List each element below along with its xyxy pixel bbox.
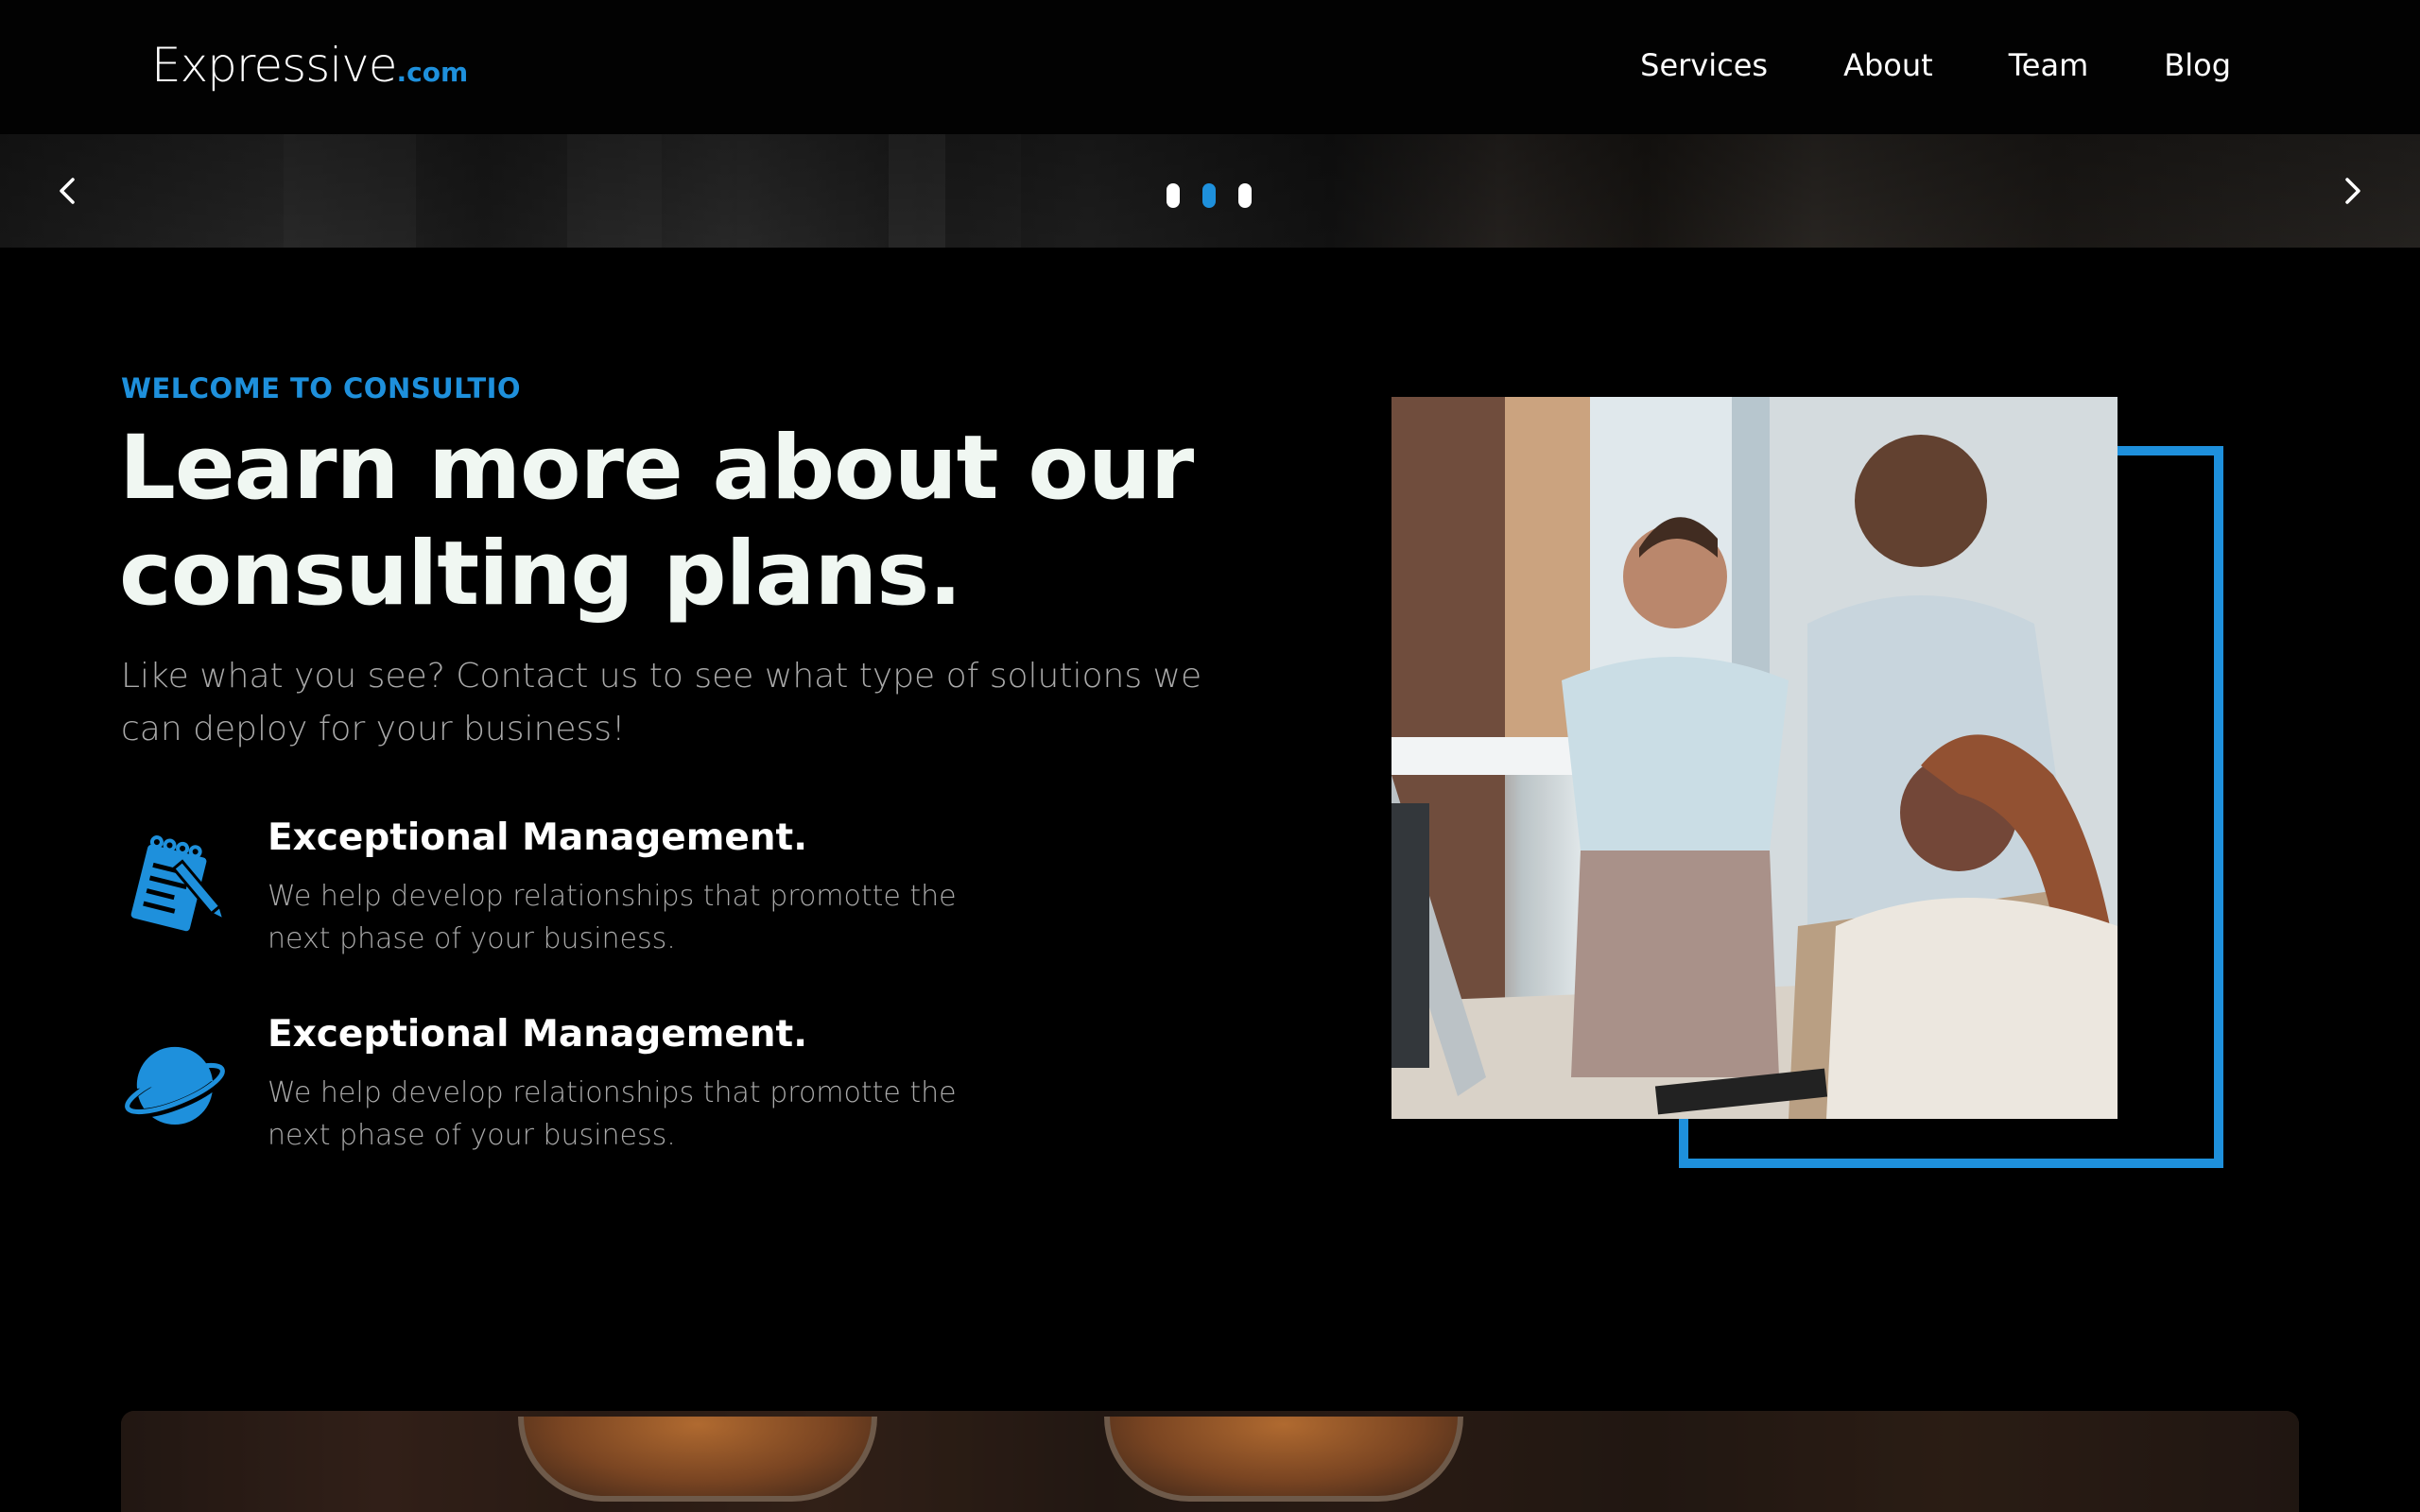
slider-next-button[interactable] bbox=[2333, 172, 2371, 210]
feature-item: Exceptional Management. We help develop … bbox=[120, 1013, 1066, 1164]
section-subtext: Like what you see? Contact us to see wha… bbox=[121, 657, 1202, 748]
section-headline: Learn more about our consulting plans. bbox=[119, 416, 1253, 627]
slider-dots bbox=[1167, 183, 1252, 208]
main-nav: Services About Team Blog bbox=[1640, 47, 2231, 83]
slider-prev-button[interactable] bbox=[49, 172, 87, 210]
brand-tld: .com bbox=[396, 57, 469, 88]
slider-background-shape bbox=[567, 134, 662, 248]
team-photo-illustration bbox=[1392, 397, 2118, 1119]
slider-background-shape bbox=[737, 134, 1021, 248]
top-navbar: Expressive.com Services About Team Blog bbox=[0, 0, 2420, 134]
team-photo bbox=[1392, 397, 2118, 1119]
section-eyebrow: WELCOME TO CONSULTIO bbox=[121, 372, 522, 404]
headline-line-2: consulting plans. bbox=[119, 523, 962, 626]
slider-dot-1[interactable] bbox=[1167, 183, 1180, 208]
headline-line-1: Learn more about our bbox=[119, 417, 1194, 520]
feature-title: Exceptional Management. bbox=[268, 1013, 808, 1056]
notepad-pencil-icon bbox=[121, 835, 229, 939]
feature-description: We help develop relationships that promo… bbox=[268, 1076, 957, 1152]
nav-link-blog[interactable]: Blog bbox=[2164, 47, 2231, 83]
slider-background-shape bbox=[284, 134, 416, 248]
slider-dot-2[interactable] bbox=[1202, 183, 1216, 208]
nav-link-team[interactable]: Team bbox=[2009, 47, 2089, 83]
lamp-shape bbox=[518, 1417, 877, 1502]
hero-slider bbox=[0, 134, 2420, 248]
stats-band bbox=[121, 1411, 2299, 1512]
chevron-left-icon bbox=[60, 178, 75, 204]
feature-item: Exceptional Management. We help develop … bbox=[121, 816, 1066, 968]
lamp-shape bbox=[1104, 1417, 1463, 1502]
feature-description: We help develop relationships that promo… bbox=[268, 880, 957, 955]
nav-link-about[interactable]: About bbox=[1843, 47, 1933, 83]
planet-icon bbox=[120, 1032, 230, 1136]
brand-name: Expressive bbox=[151, 38, 397, 93]
slider-background-shape bbox=[889, 134, 945, 248]
brand-logo[interactable]: Expressive.com bbox=[151, 38, 468, 93]
chevron-right-icon bbox=[2345, 178, 2360, 204]
slider-dot-3[interactable] bbox=[1238, 183, 1252, 208]
feature-title: Exceptional Management. bbox=[268, 816, 808, 859]
nav-link-services[interactable]: Services bbox=[1640, 47, 1768, 83]
